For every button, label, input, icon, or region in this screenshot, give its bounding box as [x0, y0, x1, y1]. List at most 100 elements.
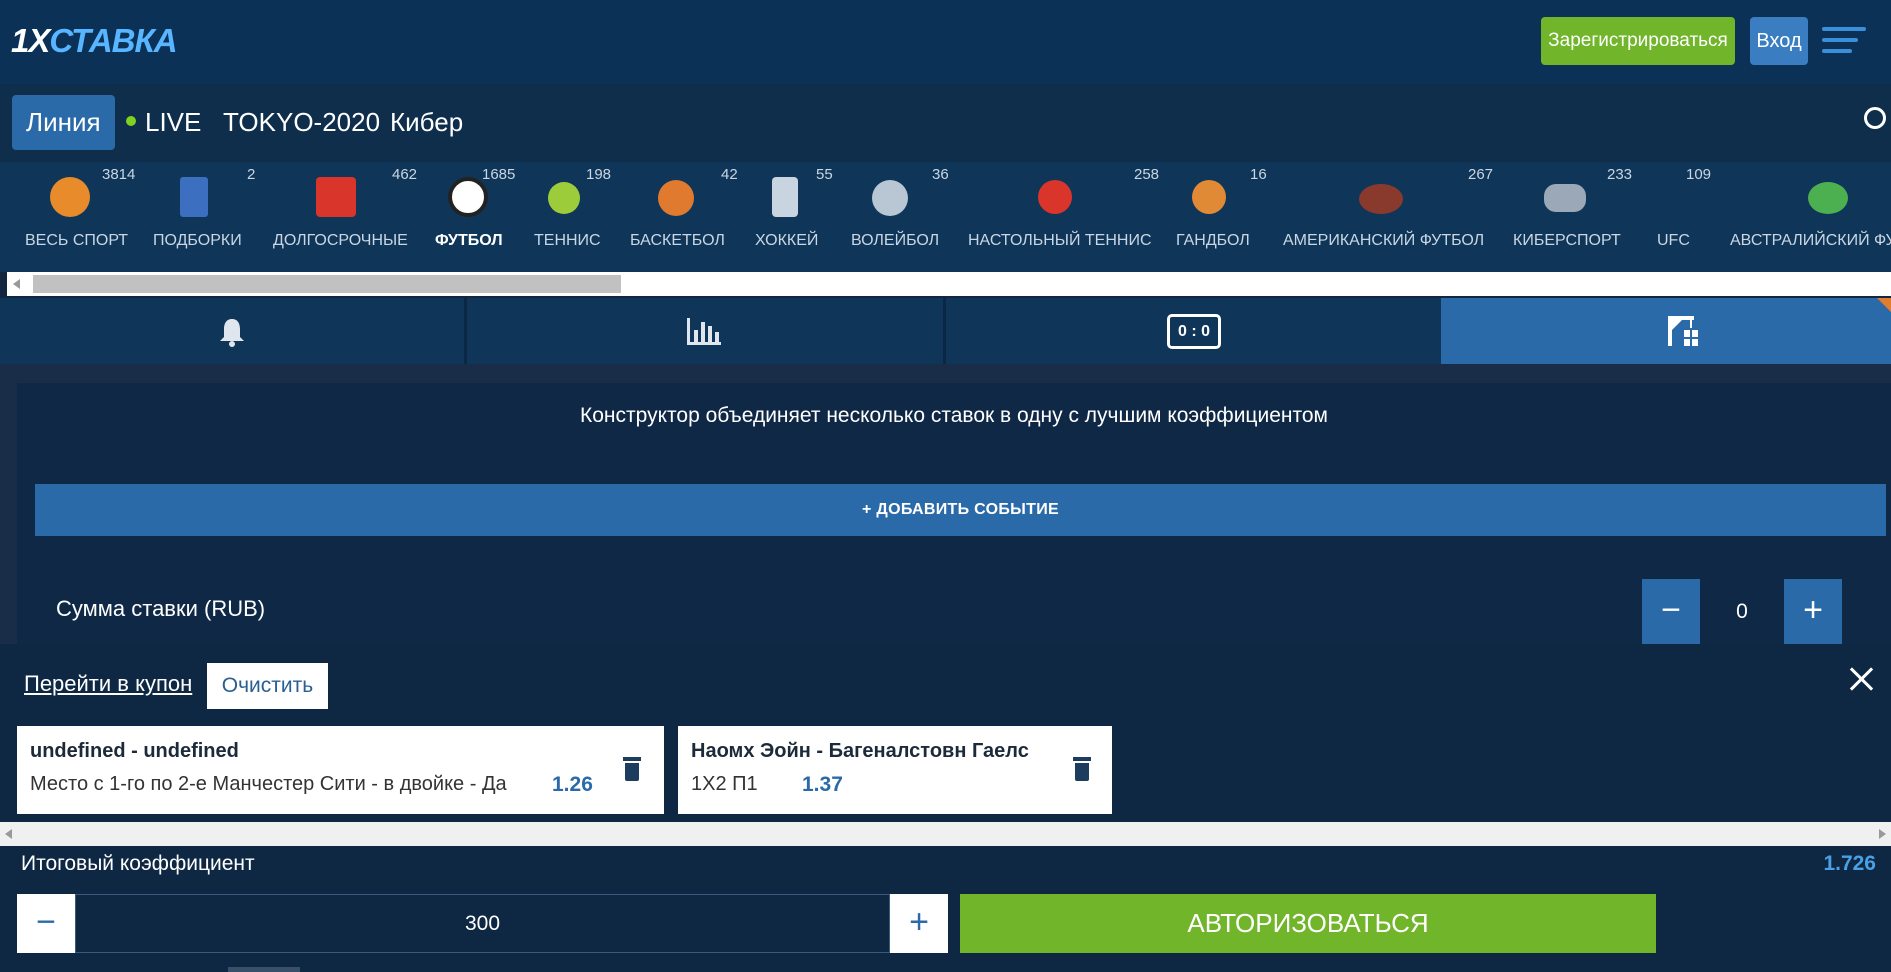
sport-label: ТЕННИС — [534, 232, 601, 249]
sport-count: 109 — [1686, 166, 1712, 183]
corner-marker — [1877, 298, 1891, 312]
tab-statistics[interactable] — [467, 298, 946, 364]
coupon-plus-button[interactable]: + — [890, 894, 948, 953]
sport-hockey[interactable]: 55 ХОККЕЙ — [752, 162, 848, 262]
scroll-left-icon[interactable] — [13, 279, 20, 289]
sport-label: UFC — [1657, 232, 1690, 249]
sport-label: ПОДБОРКИ — [153, 232, 242, 249]
sport-count: 36 — [932, 166, 949, 183]
sport-longterm[interactable]: 462 ДОЛГОСРОЧНЫЕ — [266, 162, 426, 262]
stake-stepper: − 0 + — [1642, 579, 1842, 644]
sport-football[interactable]: 1685 ФУТБОЛ — [426, 162, 534, 262]
soccer-ball-icon — [448, 177, 488, 217]
bottom-indicator — [228, 967, 300, 972]
ufc-icon — [1650, 186, 1700, 210]
sport-label: ХОККЕЙ — [755, 232, 819, 249]
hamburger-menu-icon[interactable] — [1822, 27, 1866, 55]
logo-part-b: СТАВКА — [49, 22, 177, 59]
tab-constructor[interactable] — [1441, 298, 1891, 364]
sport-label: НАСТОЛЬНЫЙ ТЕННИС — [968, 232, 1152, 249]
bet-odd: 1.26 — [552, 773, 593, 796]
tab-notifications[interactable] — [0, 298, 467, 364]
sport-basketball[interactable]: 42 БАСКЕТБОЛ — [628, 162, 752, 262]
sport-count: 55 — [816, 166, 833, 183]
sport-label: ГАНДБОЛ — [1176, 232, 1250, 249]
sport-american-football[interactable]: 267 АМЕРИКАНСКИЙ ФУТБОЛ — [1282, 162, 1508, 262]
sport-collections[interactable]: 2 ПОДБОРКИ — [144, 162, 266, 262]
coupon-scrollbar[interactable] — [0, 822, 1891, 846]
trash-icon[interactable] — [623, 757, 641, 781]
tab-tokyo-label: TOKYO-2020 — [223, 107, 381, 137]
stake-minus-button[interactable]: − — [1642, 579, 1700, 644]
sport-esports[interactable]: 233 КИБЕРСПОРТ — [1508, 162, 1644, 262]
close-icon[interactable] — [1849, 667, 1873, 691]
bet-title: undefined - undefined — [30, 740, 239, 762]
stake-sum-label: Сумма ставки (RUB) — [56, 596, 266, 621]
coupon-minus-button[interactable]: − — [17, 894, 75, 953]
search-icon[interactable] — [1864, 107, 1886, 129]
sport-tennis[interactable]: 198 ТЕННИС — [534, 162, 628, 262]
tab-live[interactable]: LIVE — [126, 95, 201, 150]
bet-title: Наомх Эойн - Багеналстовн Гаелс — [691, 740, 1029, 762]
gamepad-icon — [1544, 184, 1586, 212]
bars-icon — [316, 177, 356, 217]
brand-logo[interactable]: 1XСТАВКА — [11, 22, 178, 60]
all-sports-icon — [50, 177, 90, 217]
tab-tokyo[interactable]: TOKYO-2020 — [223, 95, 380, 150]
sport-handball[interactable]: 16 ГАНДБОЛ — [1158, 162, 1282, 262]
authorize-button[interactable]: АВТОРИЗОВАТЬСЯ — [960, 894, 1656, 953]
ping-pong-icon — [1038, 180, 1072, 214]
american-football-icon — [1359, 184, 1403, 214]
sport-count: 1685 — [482, 166, 516, 183]
sport-count: 233 — [1607, 166, 1633, 183]
sport-count: 3814 — [102, 166, 136, 183]
coupon-stake-input[interactable]: 300 — [75, 894, 890, 953]
sports-scrollbar[interactable] — [7, 272, 1891, 296]
sport-count: 267 — [1468, 166, 1494, 183]
tab-line-label: Линия — [26, 107, 101, 137]
sport-ufc[interactable]: 109 UFC — [1644, 162, 1730, 262]
handball-icon — [1192, 180, 1226, 214]
sport-all[interactable]: 3814 ВЕСЬ СПОРТ — [0, 162, 144, 262]
bet-card: undefined - undefined Место с 1-го по 2-… — [17, 726, 664, 814]
sport-label: БАСКЕТБОЛ — [630, 232, 725, 249]
main-nav: Линия LIVE TOKYO-2020 Кибер — [0, 84, 1891, 162]
trash-icon[interactable] — [1073, 757, 1091, 781]
total-odds-value: 1.726 — [1823, 852, 1876, 875]
sport-table-tennis[interactable]: 258 НАСТОЛЬНЫЙ ТЕННИС — [962, 162, 1160, 262]
sport-count: 258 — [1134, 166, 1160, 183]
tab-score[interactable]: 0 : 0 — [946, 298, 1441, 364]
sport-label: ВЕСЬ СПОРТ — [25, 232, 129, 249]
bet-card: Наомх Эойн - Багеналстовн Гаелс 1Х2 П1 1… — [678, 726, 1112, 814]
bet-description: Место с 1-го по 2-е Манчестер Сити - в д… — [30, 773, 507, 795]
tool-tabs: 0 : 0 — [0, 298, 1891, 364]
total-odds-label: Итоговый коэффициент — [21, 852, 255, 875]
scroll-left-icon[interactable] — [5, 829, 12, 839]
clear-button[interactable]: Очистить — [207, 663, 328, 709]
tab-line[interactable]: Линия — [12, 95, 115, 150]
logo-part-a: 1X — [11, 22, 50, 59]
tab-cyber[interactable]: Кибер — [390, 95, 463, 150]
live-dot-icon — [126, 116, 136, 127]
sport-count: 2 — [247, 166, 256, 183]
login-button[interactable]: Вход — [1750, 17, 1808, 65]
scoreboard-icon: 0 : 0 — [1167, 314, 1221, 349]
scroll-right-icon[interactable] — [1879, 829, 1886, 839]
register-button[interactable]: Зарегистрироваться — [1541, 17, 1735, 65]
scrollbar-thumb[interactable] — [33, 275, 621, 293]
sport-volleyball[interactable]: 36 ВОЛЕЙБОЛ — [848, 162, 962, 262]
stake-input[interactable]: 0 — [1700, 579, 1784, 644]
header: 1XСТАВКА Зарегистрироваться Вход — [0, 0, 1891, 84]
coupon-panel: Перейти в купон Очистить undefined - und… — [0, 644, 1891, 972]
tab-live-label: LIVE — [145, 107, 202, 137]
tennis-ball-icon — [548, 182, 580, 214]
constructor-panel: Конструктор объединяет несколько ставок … — [17, 383, 1891, 644]
add-event-button[interactable]: + ДОБАВИТЬ СОБЫТИЕ — [35, 484, 1886, 536]
constructor-crane-icon — [1668, 316, 1698, 346]
sport-label: ДОЛГОСРОЧНЫЕ — [273, 232, 408, 249]
coupon-stake-stepper: − 300 + — [17, 894, 948, 953]
sport-aussie-rules[interactable]: АВСТРАЛИЙСКИЙ ФУ — [1730, 162, 1891, 262]
stake-plus-button[interactable]: + — [1784, 579, 1842, 644]
constructor-info: Конструктор объединяет несколько ставок … — [580, 404, 1328, 427]
go-to-coupon-link[interactable]: Перейти в купон — [24, 671, 192, 697]
